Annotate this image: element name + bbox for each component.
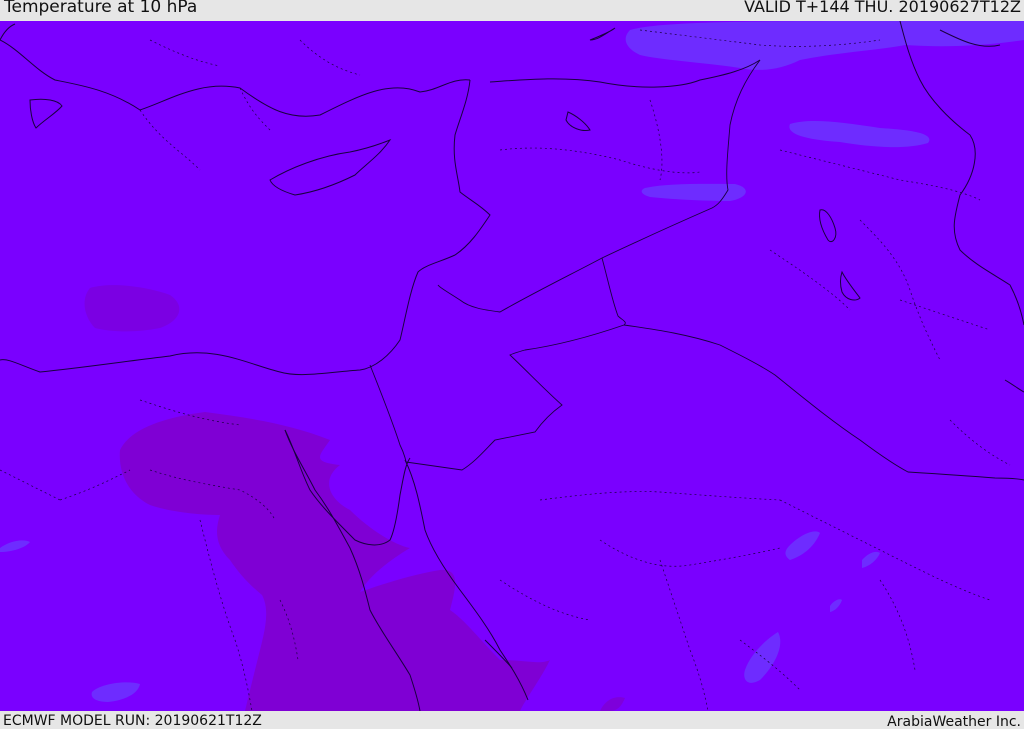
header-bar: Temperature at 10 hPa VALID T+144 THU. 2… [0,0,1024,21]
map-frame: Temperature at 10 hPa VALID T+144 THU. 2… [0,0,1024,729]
map-canvas[interactable] [0,21,1024,711]
footer-bar: ECMWF MODEL RUN: 20190621T12Z ArabiaWeat… [0,711,1024,729]
model-run-label: ECMWF MODEL RUN: 20190621T12Z [3,713,262,729]
field-base [0,21,1024,711]
credit-label: ArabiaWeather Inc. [887,714,1021,729]
valid-time: VALID T+144 THU. 20190627T12Z [744,0,1021,16]
temperature-map-svg [0,21,1024,711]
map-title: Temperature at 10 hPa [4,0,198,17]
